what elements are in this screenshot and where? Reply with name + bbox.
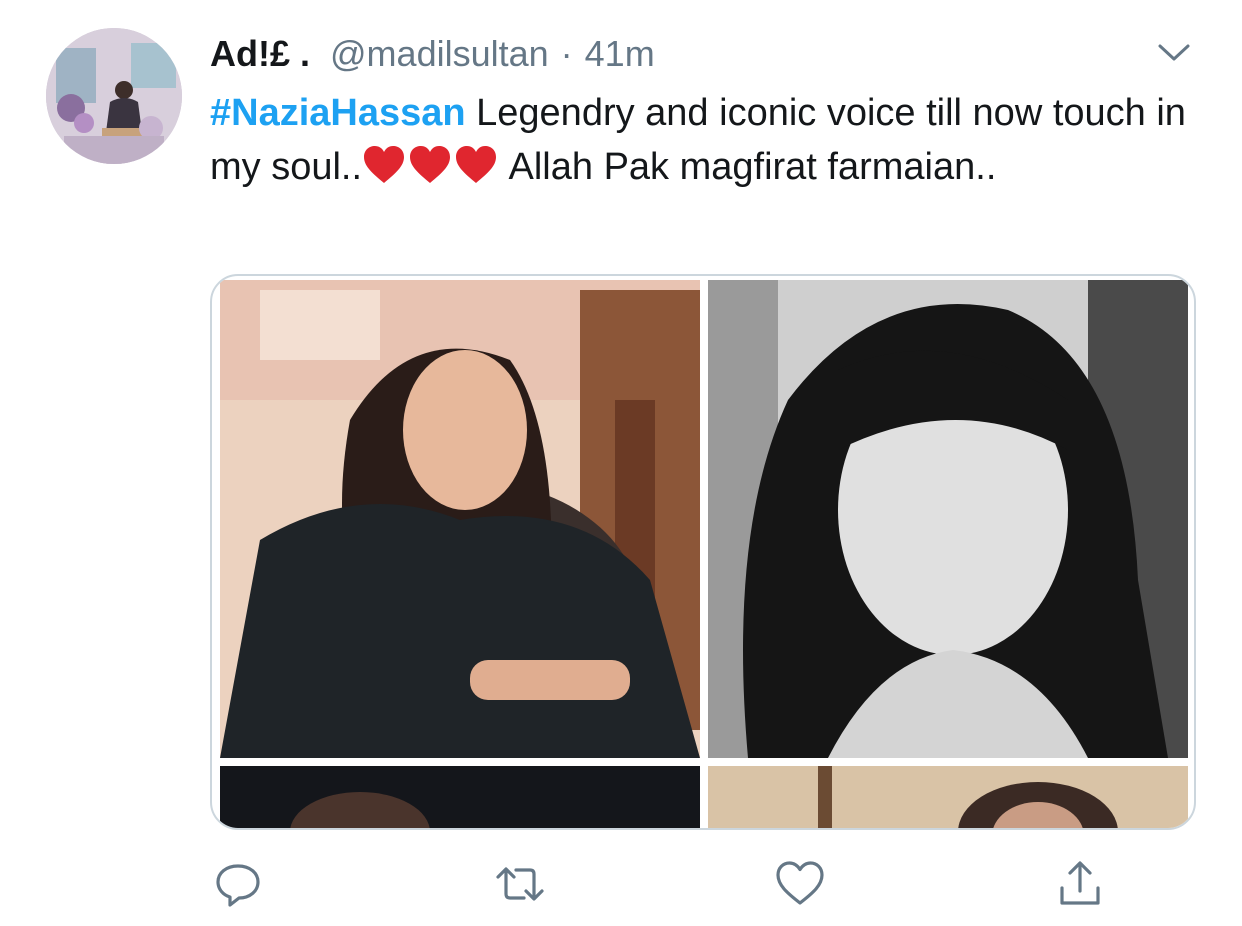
media-photo-4[interactable] (708, 766, 1188, 828)
avatar[interactable] (46, 28, 182, 164)
tweet[interactable]: Ad!£ . @madilsultan · 41m #NaziaHassan L… (0, 0, 1242, 926)
hashtag-link[interactable]: #NaziaHassan (210, 92, 466, 134)
media-photo-2[interactable] (708, 280, 1188, 758)
avatar-image (46, 28, 182, 164)
chevron-down-icon[interactable] (1154, 36, 1194, 68)
media-photo-1[interactable] (220, 280, 700, 758)
media-photo-3[interactable] (220, 766, 700, 828)
display-name[interactable]: Ad!£ . (210, 33, 310, 75)
heart-outline-icon[interactable] (774, 858, 826, 910)
share-icon[interactable] (1054, 858, 1106, 910)
separator-dot: · (560, 33, 573, 74)
media-grid[interactable] (210, 274, 1196, 830)
tweet-header: Ad!£ . @madilsultan · 41m (210, 30, 655, 78)
tweet-text: #NaziaHassan Legendry and iconic voice t… (210, 86, 1210, 194)
red-heart-emoji (454, 145, 498, 185)
red-heart-emoji (408, 145, 452, 185)
retweet-icon[interactable] (494, 858, 546, 910)
reply-icon[interactable] (212, 858, 264, 910)
tweet-text-part2: Allah Pak magfirat farmaian.. (500, 146, 997, 188)
timestamp[interactable]: 41m (585, 33, 655, 75)
tweet-actions (0, 858, 1242, 910)
red-heart-emoji (362, 145, 406, 185)
user-handle[interactable]: @madilsultan (330, 33, 549, 75)
